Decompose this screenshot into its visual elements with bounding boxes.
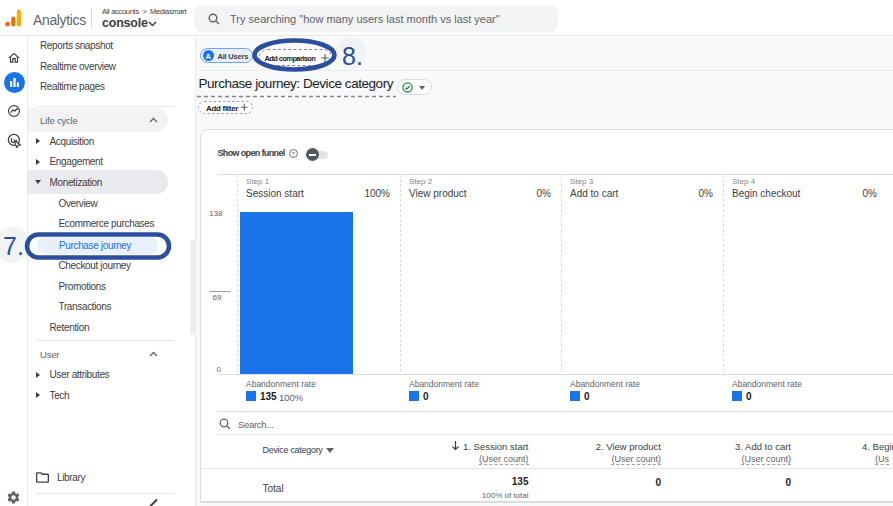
svg-text:?: ? xyxy=(291,151,295,157)
